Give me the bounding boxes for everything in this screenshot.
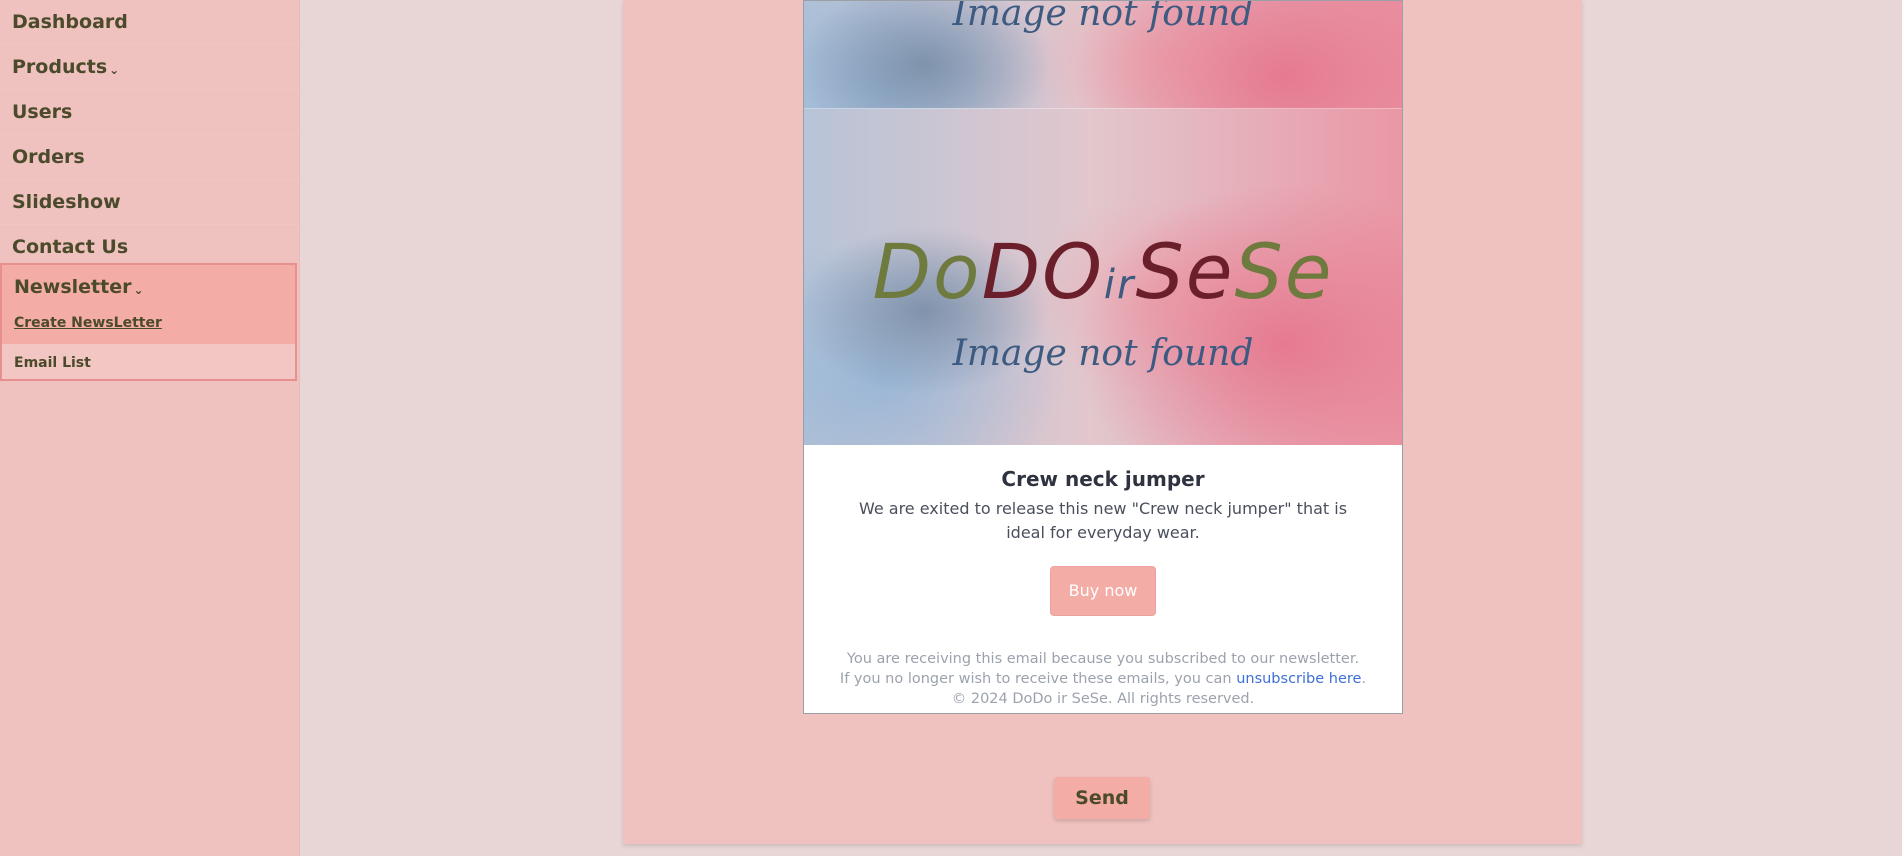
sidebar-item-dashboard[interactable]: Dashboard <box>0 0 299 45</box>
hero-image-top: Image not found <box>804 1 1402 108</box>
logo-part: Do <box>872 227 982 316</box>
logo-part: ir <box>1103 262 1136 308</box>
sidebar-item-products[interactable]: Products ⌄ <box>0 45 299 90</box>
send-button[interactable]: Send <box>1054 777 1150 819</box>
sidebar-group-newsletter: Newsletter ⌄ Create NewsLetter Email Lis… <box>0 263 297 381</box>
sidebar: Dashboard Products ⌄ Users Orders Slides… <box>0 0 300 856</box>
chevron-down-icon: ⌄ <box>133 283 144 297</box>
hero-image-main: DoDO ir SeSe Image not found <box>804 108 1402 445</box>
logo-part: Se <box>1135 227 1235 316</box>
unsubscribe-link[interactable]: unsubscribe here <box>1236 671 1361 687</box>
sidebar-subitem-create-newsletter[interactable]: Create NewsLetter <box>14 315 162 331</box>
logo-part: Se <box>1234 227 1334 316</box>
email-footer: You are receiving this email because you… <box>804 649 1402 709</box>
sidebar-item-label: Products <box>12 56 108 78</box>
image-not-found-text: Image not found <box>952 333 1254 374</box>
sidebar-item-label: Contact Us <box>12 236 129 258</box>
sidebar-item-label: Slideshow <box>12 191 121 213</box>
footer-unsubscribe-prefix: If you no longer wish to receive these e… <box>839 671 1237 687</box>
sidebar-item-orders[interactable]: Orders <box>0 135 299 180</box>
email-preview: Image not found DoDO ir SeSe Image not f… <box>803 0 1403 714</box>
sidebar-item-slideshow[interactable]: Slideshow <box>0 180 299 225</box>
chevron-down-icon: ⌄ <box>109 63 120 77</box>
email-content: Crew neck jumper We are exited to releas… <box>804 445 1402 709</box>
footer-unsubscribe-suffix: . <box>1361 671 1367 687</box>
newsletter-header: Newsletter ⌄ Create NewsLetter <box>2 265 295 344</box>
footer-unsubscribe-line: If you no longer wish to receive these e… <box>804 669 1402 689</box>
brand-logo: DoDO ir SeSe <box>804 227 1402 316</box>
sidebar-subitem-email-list[interactable]: Email List <box>2 344 295 381</box>
sidebar-item-newsletter[interactable]: Newsletter ⌄ <box>14 265 283 309</box>
logo-part: DO <box>981 227 1104 316</box>
image-not-found-text: Image not found <box>952 1 1254 34</box>
newsletter-preview-panel: Image not found DoDO ir SeSe Image not f… <box>623 0 1582 844</box>
sidebar-item-users[interactable]: Users <box>0 90 299 135</box>
sidebar-item-label: Email List <box>14 354 91 371</box>
product-title: Crew neck jumper <box>1001 467 1205 491</box>
sidebar-item-label: Dashboard <box>12 11 128 33</box>
sidebar-item-label: Users <box>12 101 73 123</box>
sidebar-item-label: Newsletter <box>14 276 132 298</box>
product-description: We are exited to release this new "Crew … <box>858 499 1348 542</box>
footer-copyright: © 2024 DoDo ir SeSe. All rights reserved… <box>951 691 1255 707</box>
buy-now-button[interactable]: Buy now <box>1050 566 1156 616</box>
footer-subscription-note: You are receiving this email because you… <box>846 651 1360 667</box>
sidebar-item-label: Orders <box>12 146 85 168</box>
